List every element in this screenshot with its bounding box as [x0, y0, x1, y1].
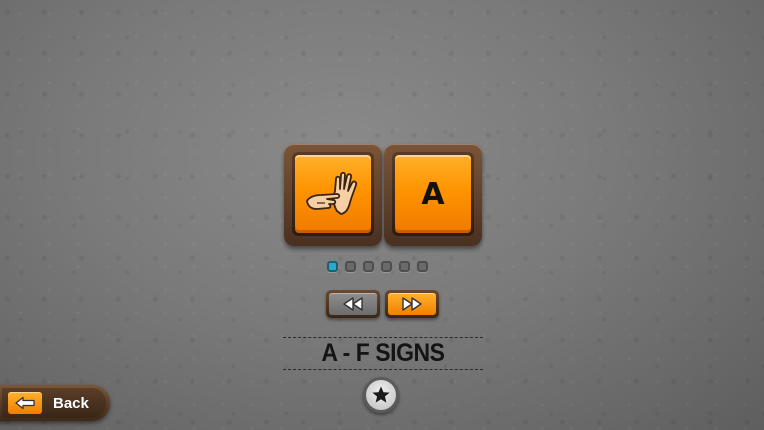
fast-forward-icon [402, 297, 422, 311]
star-badge[interactable] [363, 377, 399, 413]
sign-card[interactable] [284, 144, 382, 246]
lesson-title: A - F SIGNS [321, 339, 445, 367]
letter-card[interactable]: A [384, 144, 482, 246]
rewind-icon [343, 297, 363, 311]
title-divider-top [283, 337, 483, 338]
next-button[interactable] [385, 290, 439, 318]
hand-sign-icon [306, 171, 358, 215]
back-button[interactable]: Back [0, 385, 110, 421]
back-label: Back [53, 394, 89, 412]
title-divider-bottom [283, 369, 483, 370]
page-dot [345, 261, 356, 272]
previous-button[interactable] [326, 290, 380, 318]
page-dot [363, 261, 374, 272]
page-indicator [327, 261, 428, 272]
page-dot [381, 261, 392, 272]
page-dot [399, 261, 410, 272]
page-dot-active [327, 261, 338, 272]
card-letter: A [421, 176, 445, 212]
page-dot [417, 261, 428, 272]
arrow-left-icon [15, 396, 35, 410]
star-icon [372, 386, 390, 403]
